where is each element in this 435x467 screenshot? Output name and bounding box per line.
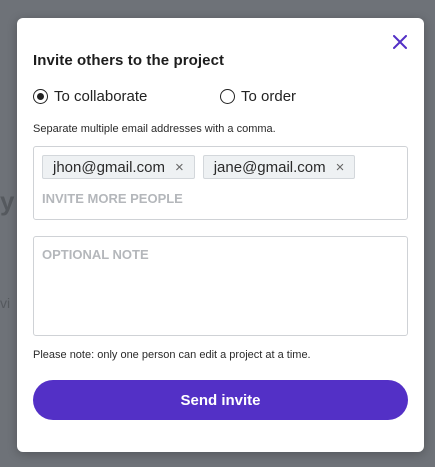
radio-label: To order bbox=[241, 88, 297, 105]
footnote-text: Please note: only one person can edit a … bbox=[33, 349, 311, 361]
remove-email-icon[interactable]: × bbox=[336, 160, 345, 175]
radio-to-collaborate[interactable]: To collaborate bbox=[33, 88, 147, 105]
optional-note-textarea[interactable] bbox=[33, 236, 408, 336]
backdrop-fragment: vi bbox=[0, 295, 11, 311]
email-chip: jhon@gmail.com × bbox=[42, 155, 195, 179]
close-icon bbox=[393, 35, 407, 49]
radio-to-order[interactable]: To order bbox=[220, 88, 296, 105]
email-chip: jane@gmail.com × bbox=[202, 155, 356, 179]
close-button[interactable] bbox=[390, 32, 410, 52]
email-chip-list: jhon@gmail.com × jane@gmail.com × bbox=[42, 155, 356, 179]
radio-button-unchecked[interactable] bbox=[220, 89, 235, 104]
radio-button-checked[interactable] bbox=[33, 89, 48, 104]
email-chip-address: jhon@gmail.com bbox=[53, 158, 165, 176]
help-text: Separate multiple email addresses with a… bbox=[33, 123, 276, 135]
email-chip-address: jane@gmail.com bbox=[213, 158, 326, 176]
invite-modal: Invite others to the project To collabor… bbox=[17, 18, 424, 452]
radio-label: To collaborate bbox=[54, 88, 148, 105]
remove-email-icon[interactable]: × bbox=[175, 160, 184, 175]
backdrop-fragment: y bbox=[0, 186, 15, 216]
email-recipients-field[interactable]: jhon@gmail.com × jane@gmail.com × bbox=[33, 146, 408, 220]
invite-more-input[interactable] bbox=[42, 191, 382, 206]
send-invite-button[interactable]: Send invite bbox=[33, 380, 408, 420]
modal-title: Invite others to the project bbox=[33, 52, 225, 69]
